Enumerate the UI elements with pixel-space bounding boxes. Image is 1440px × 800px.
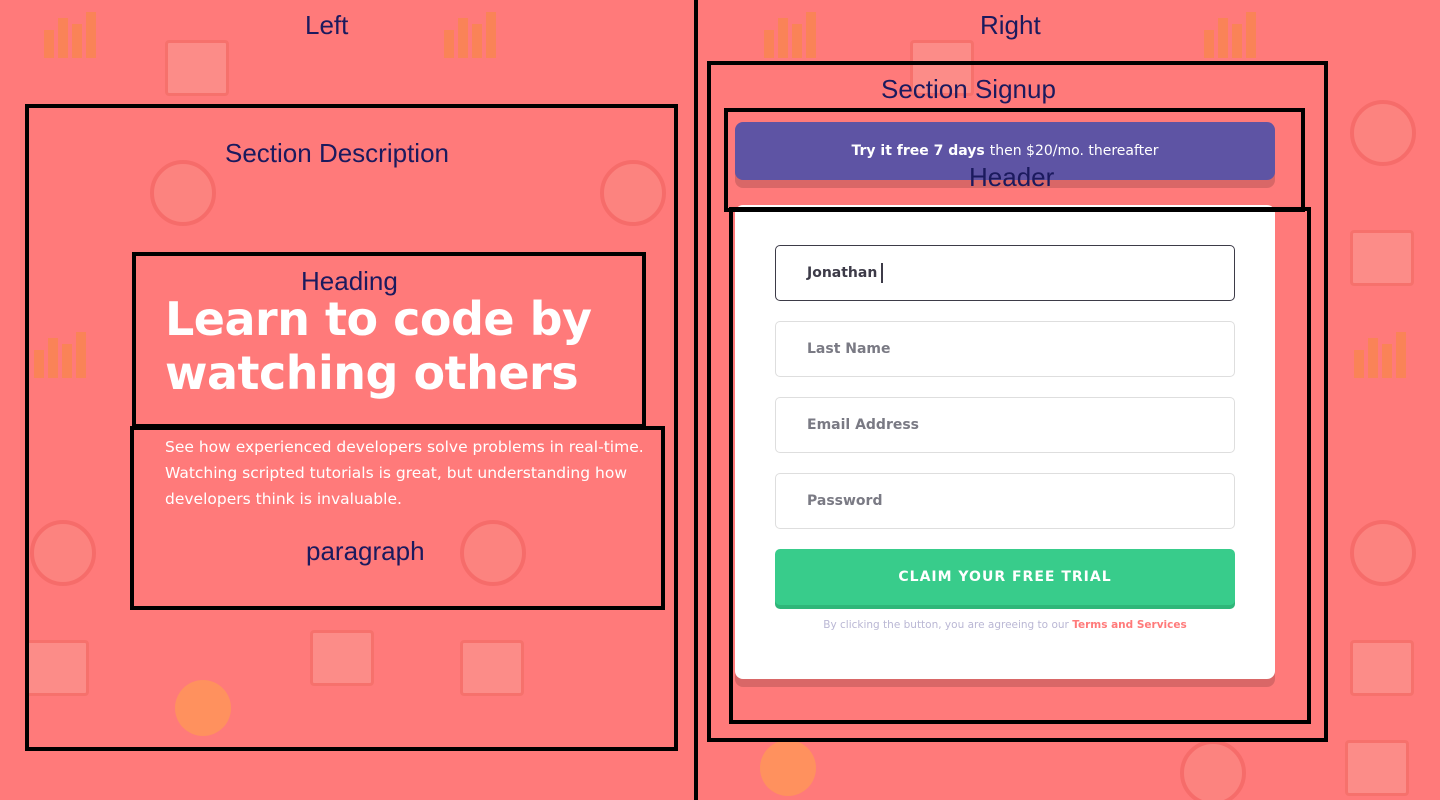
annotation-left: Left bbox=[305, 10, 349, 40]
page-heading: Learn to code by watching others bbox=[165, 292, 592, 400]
thumbs-up-icon bbox=[1350, 230, 1414, 286]
bar-chart-icon bbox=[440, 10, 496, 58]
header-frame bbox=[724, 108, 1305, 212]
browser-window-icon bbox=[1345, 740, 1409, 796]
column-divider bbox=[694, 0, 698, 800]
browser-window-icon bbox=[165, 40, 229, 96]
form-frame bbox=[729, 207, 1311, 724]
bar-chart-icon bbox=[1350, 330, 1406, 378]
annotation-section-signup: Section Signup bbox=[881, 74, 1056, 104]
rocket-icon bbox=[1180, 740, 1246, 800]
calendar-icon bbox=[1350, 640, 1414, 696]
headset-icon bbox=[1350, 100, 1416, 166]
bar-chart-icon bbox=[40, 10, 96, 58]
description-paragraph: See how experienced developers solve pro… bbox=[165, 438, 644, 508]
annotation-right: Right bbox=[980, 10, 1041, 40]
lightbulb-icon bbox=[760, 740, 816, 796]
bar-chart-icon bbox=[1200, 10, 1256, 58]
annotation-header: Header bbox=[969, 162, 1055, 192]
annotation-section-description: Section Description bbox=[225, 138, 449, 168]
gear-icon bbox=[1350, 520, 1416, 586]
bar-chart-icon bbox=[760, 10, 816, 58]
annotation-paragraph: paragraph bbox=[306, 536, 425, 566]
